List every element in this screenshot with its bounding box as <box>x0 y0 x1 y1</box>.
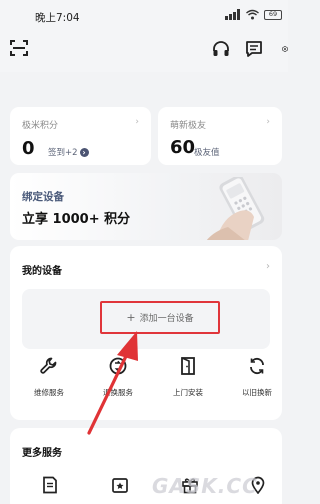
service-label: 维修服务 <box>34 388 64 397</box>
door-icon <box>181 357 195 375</box>
phone-illustration <box>206 177 265 240</box>
friend-value-label: 极友值 <box>194 148 220 158</box>
star-card-icon[interactable] <box>111 476 129 494</box>
plus-circle-icon: › <box>79 147 89 157</box>
friend-level-label: 萌新极友 <box>170 121 207 131</box>
service-return[interactable]: 退换服务 <box>88 356 148 398</box>
chevron-right-icon: › <box>135 117 139 127</box>
signal-icon <box>225 9 241 20</box>
bind-subtitle: 立享 1000+ 积分 <box>22 212 131 227</box>
checkin-label: 签到+2 <box>48 148 78 158</box>
service-label: 退换服务 <box>103 388 133 397</box>
battery-icon: 69 <box>264 9 282 20</box>
chevron-right-icon[interactable]: › <box>266 261 270 272</box>
my-devices-title: 我的设备 <box>22 266 62 277</box>
return-icon <box>109 357 127 375</box>
points-value: 0 <box>22 138 35 159</box>
points-card[interactable]: 极米积分 › 0 签到+2 › <box>10 107 151 165</box>
more-services-title: 更多服务 <box>22 448 62 459</box>
status-icons: 69 <box>225 9 282 20</box>
wrench-icon <box>40 357 57 374</box>
wifi-icon <box>246 9 259 20</box>
chevron-right-icon: › <box>266 117 270 127</box>
checkin-link[interactable]: 签到+2 › <box>48 146 89 158</box>
service-tradein[interactable]: 以旧换新 <box>227 356 287 398</box>
watermark: GASK.CC <box>152 474 258 498</box>
service-install[interactable]: 上门安装 <box>158 356 218 398</box>
document-icon[interactable] <box>41 476 59 494</box>
service-repair[interactable]: 维修服务 <box>19 356 79 398</box>
headset-icon[interactable] <box>210 38 232 60</box>
add-device-label: 添加一台设备 <box>139 314 194 324</box>
service-label: 以旧换新 <box>242 388 272 397</box>
scan-icon[interactable] <box>8 37 30 59</box>
plus-icon: + <box>126 310 136 324</box>
friend-value: 60 <box>170 137 196 158</box>
add-device-button[interactable]: + 添加一台设备 <box>100 301 220 334</box>
bind-title: 绑定设备 <box>22 191 64 203</box>
message-icon[interactable] <box>243 38 265 60</box>
points-label: 极米积分 <box>22 121 59 131</box>
screen: 晚上7:04 69 极米积分 › 0 签到+2 › 萌新极友 › 60 极友值 … <box>0 0 288 504</box>
refresh-icon <box>250 357 264 375</box>
status-time: 晚上7:04 <box>35 12 80 24</box>
service-label: 上门安装 <box>173 388 203 397</box>
top-bar <box>0 30 288 72</box>
bind-device-banner[interactable]: 绑定设备 立享 1000+ 积分 <box>10 173 282 240</box>
status-bar: 晚上7:04 69 <box>0 0 288 30</box>
settings-icon[interactable] <box>276 38 288 60</box>
friend-level-card[interactable]: 萌新极友 › 60 极友值 <box>158 107 282 165</box>
